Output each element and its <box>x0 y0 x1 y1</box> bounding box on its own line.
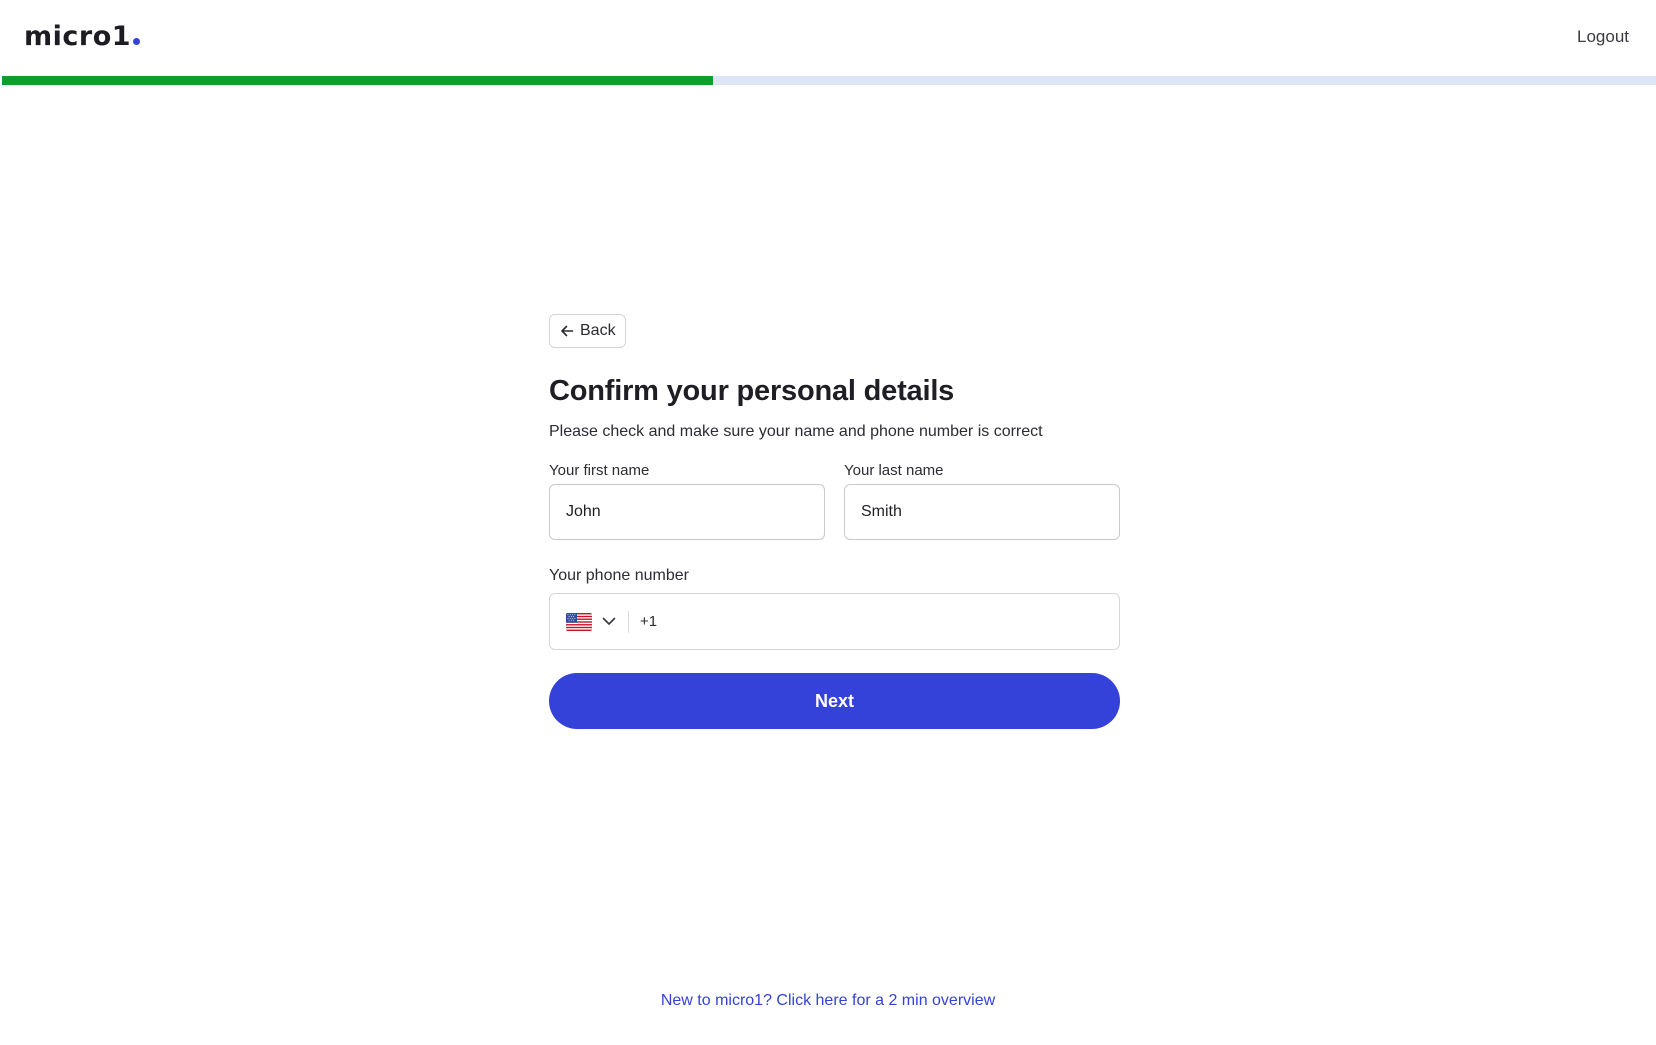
back-button-label: Back <box>580 322 616 339</box>
phone-number-input[interactable] <box>657 593 1119 650</box>
page-title: Confirm your personal details <box>549 375 955 407</box>
chevron-down-icon <box>602 617 616 625</box>
personal-details-form: Back Confirm your personal details Pleas… <box>549 314 1120 729</box>
overview-link-container: New to micro1? Click here for a 2 min ov… <box>0 990 1656 1012</box>
logout-link[interactable]: Logout <box>1577 26 1629 48</box>
us-flag-icon <box>566 612 592 631</box>
last-name-input[interactable] <box>844 484 1120 540</box>
logo-text: micro1 <box>24 21 132 52</box>
last-name-group: Your last name <box>844 461 1120 540</box>
phone-field: +1 <box>549 593 1120 650</box>
progress-bar <box>2 76 1656 85</box>
first-name-group: Your first name <box>549 461 825 540</box>
dial-code: +1 <box>640 613 658 630</box>
logo-dot <box>133 38 141 45</box>
page-subtitle: Please check and make sure your name and… <box>549 423 1043 440</box>
arrow-left-icon <box>561 325 574 337</box>
back-button[interactable]: Back <box>549 314 626 348</box>
top-header: micro1 Logout <box>0 0 1656 76</box>
overview-link[interactable]: New to micro1? Click here for a 2 min ov… <box>661 992 995 1009</box>
phone-label: Your phone number <box>549 567 689 584</box>
last-name-label: Your last name <box>844 462 944 479</box>
progress-bar-fill <box>2 76 714 85</box>
name-fields-row: Your first name Your last name <box>549 461 1120 540</box>
country-code-select[interactable] <box>550 594 628 649</box>
first-name-label: Your first name <box>549 462 650 479</box>
first-name-input[interactable] <box>549 484 825 540</box>
micro1-logo[interactable]: micro1 <box>24 18 141 56</box>
next-button[interactable]: Next <box>549 673 1120 729</box>
